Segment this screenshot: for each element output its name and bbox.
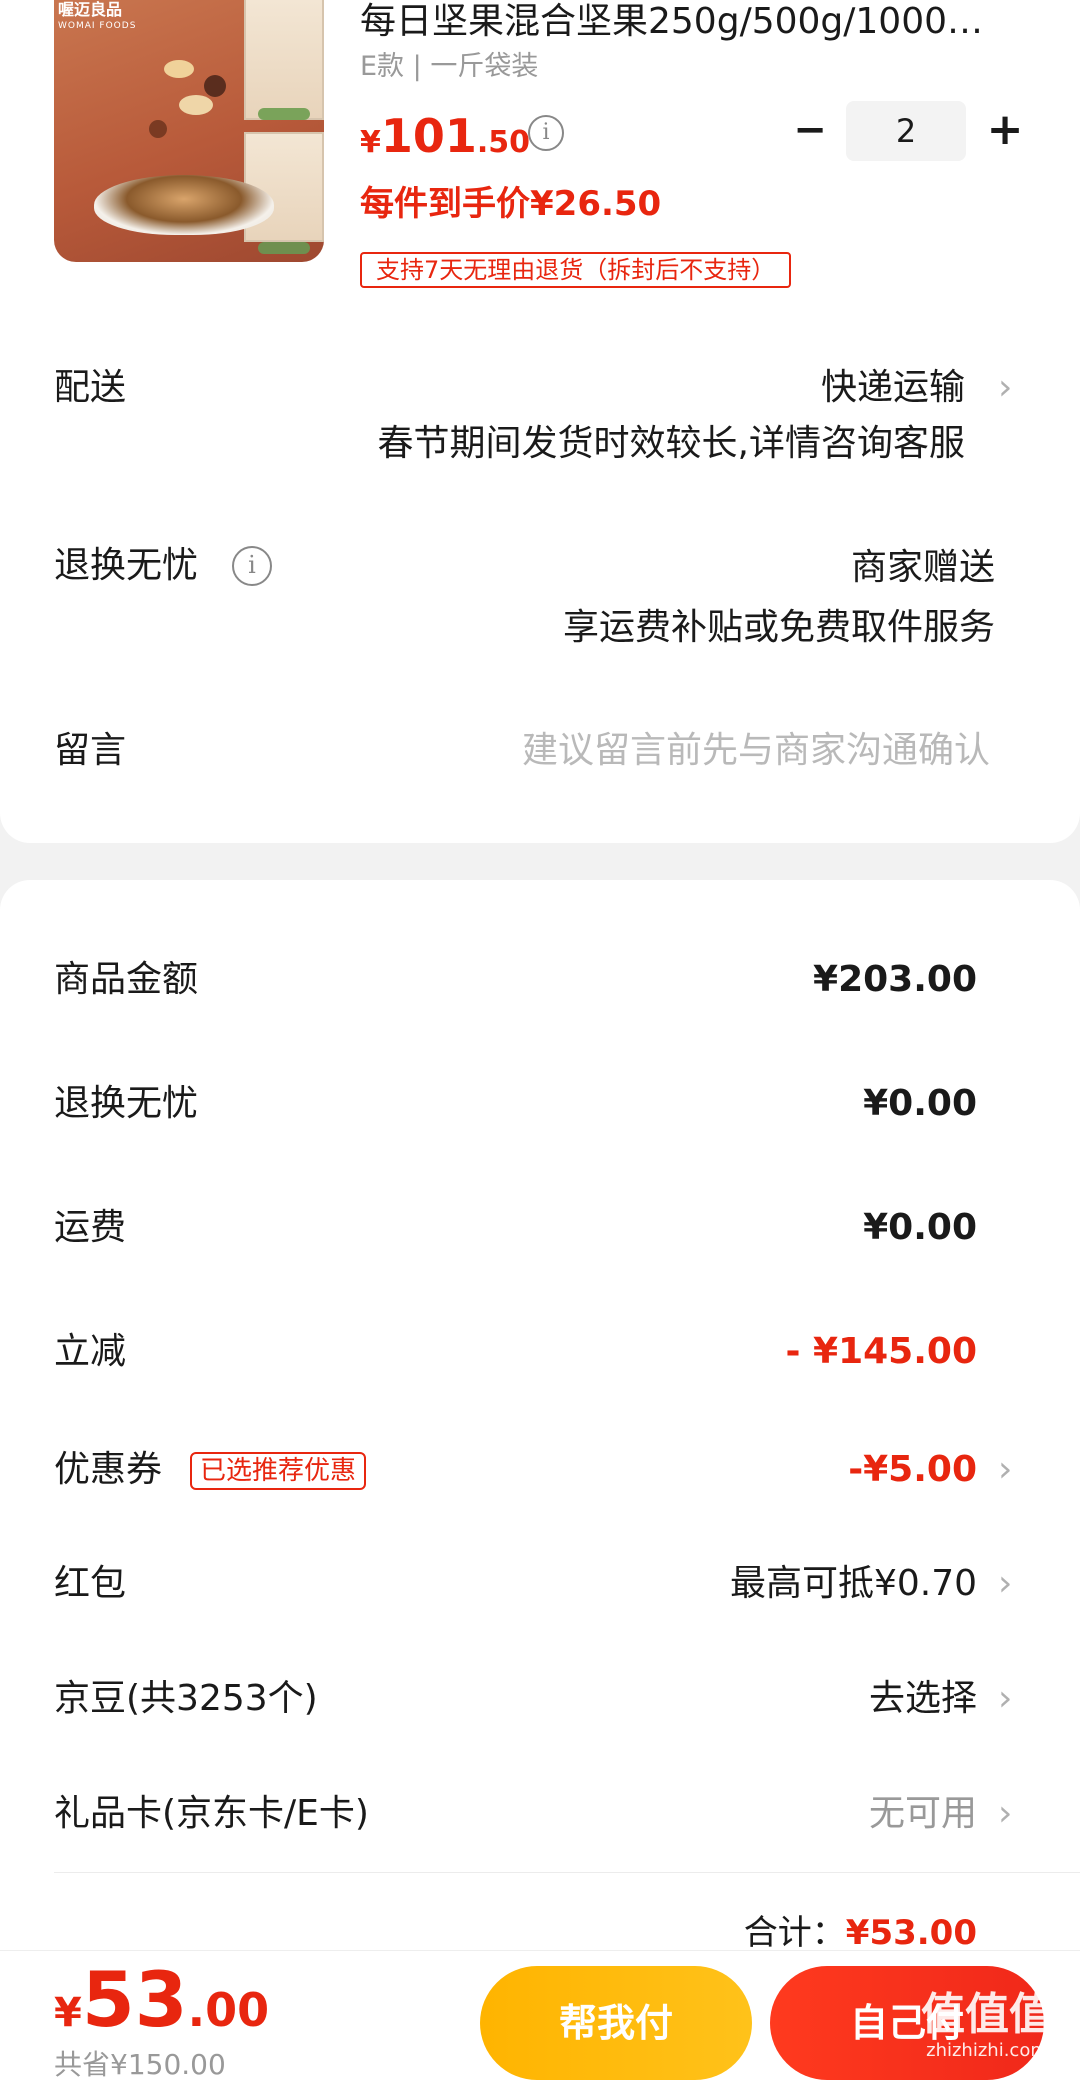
jingdou-value[interactable]: 去选择 [869,1677,977,1721]
return-policy-badge: 支持7天无理由退货（拆封后不支持） [360,252,792,288]
giftcard-value[interactable]: 无可用 [869,1792,977,1836]
giftcard-chevron-icon[interactable]: › [998,1794,1022,1834]
product-image-brand: 喔迈良品 WOMAI FOODS [58,0,137,32]
quantity-input[interactable]: 2 [846,101,966,161]
divider [54,1872,1080,1873]
product-image[interactable]: 喔迈良品 WOMAI FOODS [54,0,324,262]
jingdou-label: 京豆(共3253个) [54,1678,318,1719]
quantity-decrease-button[interactable]: − [790,110,830,150]
redpacket-chevron-icon[interactable]: › [998,1564,1022,1604]
order-item-card: 喔迈良品 WOMAI FOODS 每日坚果混合坚果250g/500g/1000…… [0,0,1080,843]
price-info-icon[interactable]: i [528,115,564,151]
goods-amount-value: ¥203.00 [813,959,977,1000]
shipping-label: 运费 [54,1207,127,1248]
return-fee-label: 退换无忧 [54,1083,199,1124]
help-pay-button[interactable]: 帮我付 [480,1966,752,2080]
message-label: 留言 [54,730,127,771]
checkout-total-price: ¥53.00 [54,1955,270,2044]
delivery-method[interactable]: 快递运输 [821,366,965,410]
product-title[interactable]: 每日坚果混合坚果250g/500g/1000… [360,0,1050,44]
delivery-label: 配送 [54,367,127,408]
delivery-chevron-icon[interactable]: › [998,368,1022,408]
giftcard-label: 礼品卡(京东卡/E卡) [54,1793,369,1834]
order-total: 合计：¥53.00 [743,1913,977,1953]
shipping-value: ¥0.00 [863,1207,977,1248]
coupon-chevron-icon[interactable]: › [998,1450,1022,1490]
unit-price-text: 每件到手价¥26.50 [360,184,662,224]
coupon-label: 优惠券 [54,1449,163,1490]
coupon-tag: 已选推荐优惠 [190,1452,367,1490]
delivery-note: 春节期间发货时效较长,详情咨询客服 [377,423,965,464]
return-service-info-icon[interactable]: i [232,546,272,586]
coupon-value[interactable]: -¥5.00 [848,1448,977,1492]
product-spec[interactable]: E款 | 一斤袋装 [360,50,538,84]
discount-label: 立减 [54,1331,127,1372]
return-fee-value: ¥0.00 [863,1083,977,1124]
discount-value: - ¥145.00 [785,1331,977,1372]
quantity-increase-button[interactable]: + [985,108,1025,152]
product-price: ¥101.50 [360,109,531,163]
message-input[interactable]: 建议留言前先与商家沟通确认 [522,729,990,773]
return-service-note: 享运费补贴或免费取件服务 [562,607,995,648]
jingdou-chevron-icon[interactable]: › [998,1679,1022,1719]
return-service-value: 商家赠送 [850,547,995,588]
return-service-label: 退换无忧 [54,545,199,586]
saved-amount: 共省¥150.00 [54,2048,226,2081]
redpacket-label: 红包 [54,1563,127,1604]
watermark: 值值值 zhizhizhi.com [921,1989,1053,2062]
redpacket-value[interactable]: 最高可抵¥0.70 [730,1562,977,1606]
goods-amount-label: 商品金额 [54,959,199,1000]
